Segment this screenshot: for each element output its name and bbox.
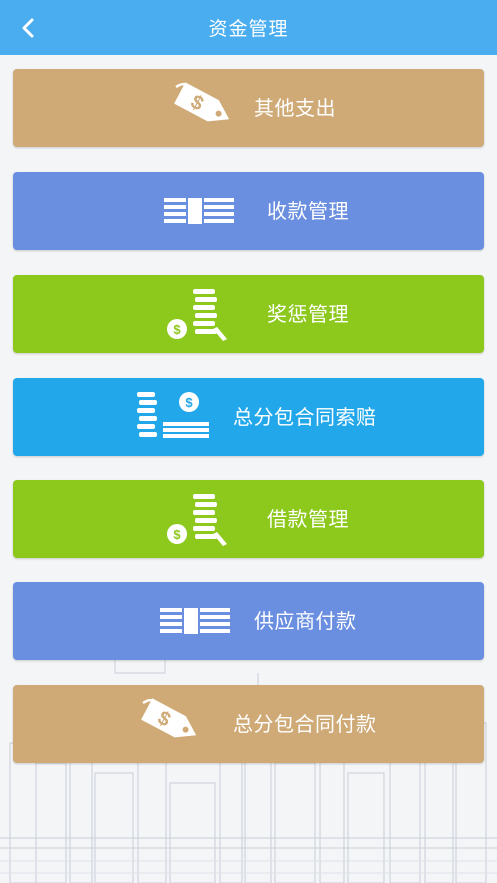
svg-text:$: $ (185, 395, 193, 410)
menu-label: 供应商付款 (254, 609, 357, 633)
cash-stack-icon (164, 198, 234, 224)
menu-item-loans[interactable]: $ 借款管理 (13, 480, 484, 558)
coin-stack-icon: $ (167, 289, 227, 341)
top-bar: 资金管理 (0, 0, 497, 55)
menu-label: 总分包合同付款 (233, 712, 377, 736)
menu-label: 奖惩管理 (267, 302, 349, 326)
svg-text:$: $ (173, 527, 181, 542)
menu-label: 其他支出 (254, 96, 336, 120)
price-tag-dollar-icon: $ (174, 82, 230, 122)
page-title: 资金管理 (208, 18, 289, 40)
price-tag-dollar-icon: $ (141, 698, 197, 738)
menu-item-rewards-penalties[interactable]: $ 奖惩管理 (13, 275, 484, 353)
menu-item-subcontract-payments[interactable]: $ 总分包合同付款 (13, 685, 484, 763)
coins-and-cash-icon: $ (137, 392, 209, 438)
menu-item-other-expenses[interactable]: $ 其他支出 (13, 69, 484, 147)
menu-label: 总分包合同索赔 (233, 405, 377, 429)
menu-item-receipts[interactable]: 收款管理 (13, 172, 484, 250)
menu-label: 收款管理 (267, 199, 349, 223)
svg-text:$: $ (173, 322, 181, 337)
menu-item-supplier-payments[interactable]: 供应商付款 (13, 582, 484, 660)
coin-stack-icon: $ (167, 494, 227, 546)
cash-stack-icon (160, 608, 230, 634)
menu-label: 借款管理 (267, 507, 349, 531)
menu-item-subcontract-claims[interactable]: $ 总分包合同索赔 (13, 378, 484, 456)
